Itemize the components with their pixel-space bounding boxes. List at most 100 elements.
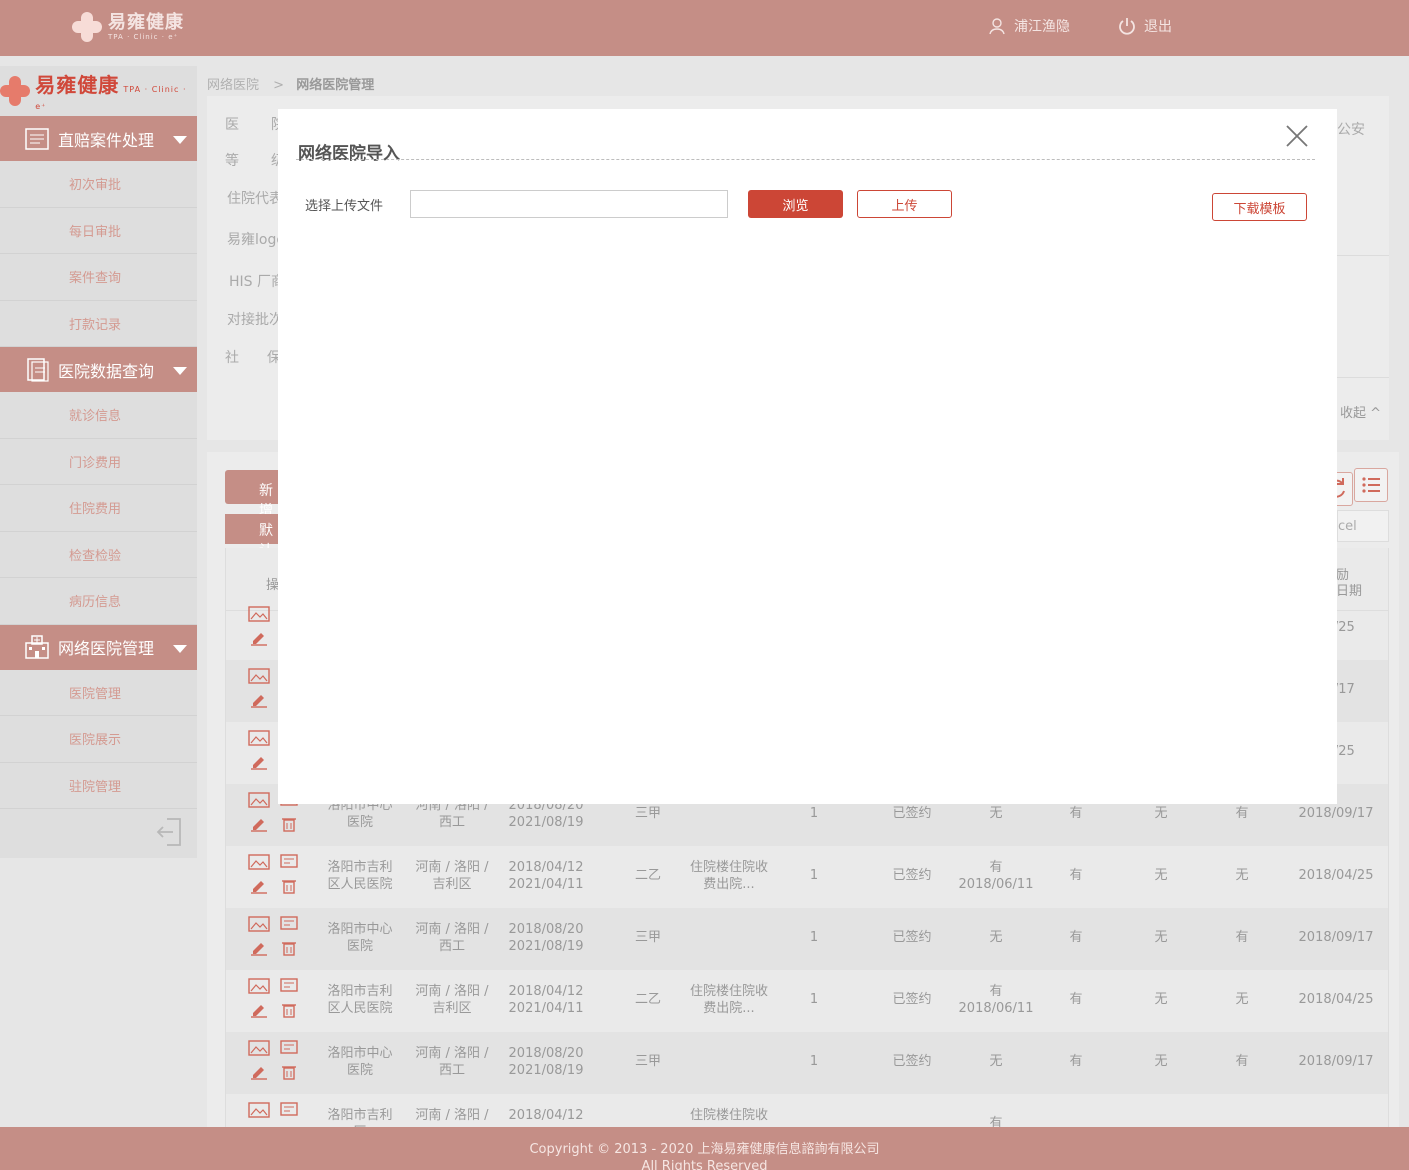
image-icon[interactable]	[248, 792, 270, 808]
footer: Copyright © 2013 - 2020 上海易雍健康信息諮詢有限公司 A…	[0, 1127, 1409, 1170]
logo-subtext: TPA · Clinic · e⁺	[108, 32, 179, 41]
delete-icon[interactable]	[281, 878, 297, 894]
edit-icon[interactable]	[250, 1064, 268, 1080]
cell-level: 三甲	[634, 1054, 661, 1069]
menu-group-label: 医院数据查询	[58, 361, 155, 381]
divider	[1337, 255, 1389, 256]
row-actions	[248, 854, 300, 898]
detail-icon[interactable]	[280, 1102, 298, 1118]
sidebar-collapse[interactable]	[0, 809, 197, 855]
row-actions	[248, 916, 300, 960]
cell-hospital: 洛阳市中心医院	[327, 922, 393, 954]
cell-date: 2018/04/25	[1298, 992, 1374, 1007]
cell-level: 二乙	[634, 992, 661, 1007]
sidebar-item-daily-review[interactable]: 每日审批	[0, 208, 197, 254]
add-hospital-button[interactable]: 新增	[225, 470, 285, 519]
edit-icon[interactable]	[250, 816, 268, 832]
menu-group-label: 直赔案件处理	[58, 130, 155, 150]
cell-count: 1	[809, 992, 819, 1007]
browse-button[interactable]: 浏览	[748, 190, 843, 218]
cell-flag2: 有	[1069, 930, 1083, 945]
cell-sign: 已签约	[892, 868, 932, 883]
menu-group-network-hospital[interactable]: 网络医院管理	[0, 624, 197, 670]
edit-icon[interactable]	[250, 630, 268, 646]
image-icon[interactable]	[248, 1102, 270, 1118]
image-icon[interactable]	[248, 730, 270, 746]
rights-text: All Rights Reserved	[641, 1159, 768, 1170]
filter-label: 易雍logo	[227, 232, 285, 248]
breadcrumb-separator: >	[273, 78, 285, 93]
sidebar-item-resident-manage[interactable]: 驻院管理	[0, 763, 197, 809]
close-icon[interactable]	[1284, 123, 1310, 149]
cell-flag3: 无	[1154, 930, 1168, 945]
cell-flag4: 无	[1235, 992, 1249, 1007]
cell-dates: 2018/08/20 2021/08/19	[508, 1046, 584, 1078]
header-logo[interactable]: 易雍健康 TPA · Clinic · e⁺	[72, 10, 184, 44]
image-icon[interactable]	[248, 854, 270, 870]
sidebar-item-inpatient-fees[interactable]: 住院费用	[0, 485, 197, 532]
sidebar-item-case-query[interactable]: 案件查询	[0, 254, 197, 301]
detail-icon[interactable]	[280, 854, 298, 870]
filter-label: HIS 厂商	[229, 274, 285, 290]
sidebar-item-initial-review[interactable]: 初次审批	[0, 161, 197, 208]
cell-flag1: 无	[989, 930, 1003, 945]
image-icon[interactable]	[248, 1040, 270, 1056]
edit-icon[interactable]	[250, 754, 268, 770]
logout-label: 退出	[1144, 19, 1172, 35]
detail-icon[interactable]	[280, 978, 298, 994]
cell-flag2: 有	[1069, 868, 1083, 883]
delete-icon[interactable]	[281, 1064, 297, 1080]
table-row: 洛阳市吉利区人民医院 河南 / 洛阳 / 吉利区 2018/04/12 2021/0…	[226, 970, 1388, 1032]
exit-icon	[156, 818, 181, 846]
export-excel-button[interactable]: cel	[1337, 510, 1389, 542]
detail-icon[interactable]	[280, 1040, 298, 1056]
filter-label: 住院代表	[227, 191, 283, 207]
edit-icon[interactable]	[250, 1002, 268, 1018]
image-icon[interactable]	[248, 978, 270, 994]
edit-icon[interactable]	[250, 940, 268, 956]
sidebar-item-medical-records[interactable]: 病历信息	[0, 578, 197, 625]
logo-cross-icon	[72, 12, 102, 42]
delete-icon[interactable]	[281, 816, 297, 832]
cell-date: 2018/09/17	[1298, 806, 1374, 821]
sidebar-item-visit-info[interactable]: 就诊信息	[0, 392, 197, 439]
cell-count: 1	[809, 1054, 819, 1069]
delete-icon[interactable]	[281, 1002, 297, 1018]
filter-label: 等	[225, 153, 239, 169]
user-menu[interactable]: 浦江渔隐	[988, 16, 1070, 36]
cell-count: 1	[809, 930, 819, 945]
collapse-toggle[interactable]: 收起 ^	[1340, 402, 1381, 421]
edit-icon[interactable]	[250, 878, 268, 894]
logout-button[interactable]: 退出	[1118, 16, 1172, 36]
sidebar-item-payment-records[interactable]: 打款记录	[0, 301, 197, 347]
columns-button[interactable]	[1354, 468, 1388, 502]
cell-date: 2018/04/25	[1298, 868, 1374, 883]
sidebar-item-hospital-manage[interactable]: 医院管理	[0, 670, 197, 716]
delete-icon[interactable]	[281, 940, 297, 956]
download-template-button[interactable]: 下载模板	[1212, 193, 1307, 221]
image-icon[interactable]	[248, 606, 270, 622]
user-icon	[989, 18, 1005, 35]
row-actions	[248, 1102, 300, 1127]
menu-group-hospital-data[interactable]: 医院数据查询	[0, 347, 197, 392]
upload-button[interactable]: 上传	[857, 190, 952, 218]
cell-region: 河南 / 洛阳 / 西工	[415, 1046, 489, 1078]
cell-count: 1	[809, 868, 819, 883]
sidebar-item-hospital-display[interactable]: 医院展示	[0, 716, 197, 763]
export-label: cel	[1338, 519, 1357, 534]
list-icon	[1362, 477, 1380, 493]
cell-sign: 已签约	[892, 806, 932, 821]
cell-flag3: 无	[1154, 868, 1168, 883]
sidebar-item-exams[interactable]: 检查检验	[0, 532, 197, 578]
edit-icon[interactable]	[250, 692, 268, 708]
image-icon[interactable]	[248, 668, 270, 684]
sidebar-item-outpatient-fees[interactable]: 门诊费用	[0, 439, 197, 485]
menu-group-claims[interactable]: 直赔案件处理	[0, 116, 197, 161]
detail-icon[interactable]	[280, 916, 298, 932]
cell-hospital: 洛阳市中心医院	[327, 1046, 393, 1078]
image-icon[interactable]	[248, 916, 270, 932]
file-path-input[interactable]	[410, 190, 728, 218]
default-view-button[interactable]: 默认	[225, 514, 285, 559]
cell-region: 河南 / 洛阳 / 吉利区	[415, 984, 489, 1016]
breadcrumb-parent[interactable]: 网络医院	[207, 78, 259, 93]
